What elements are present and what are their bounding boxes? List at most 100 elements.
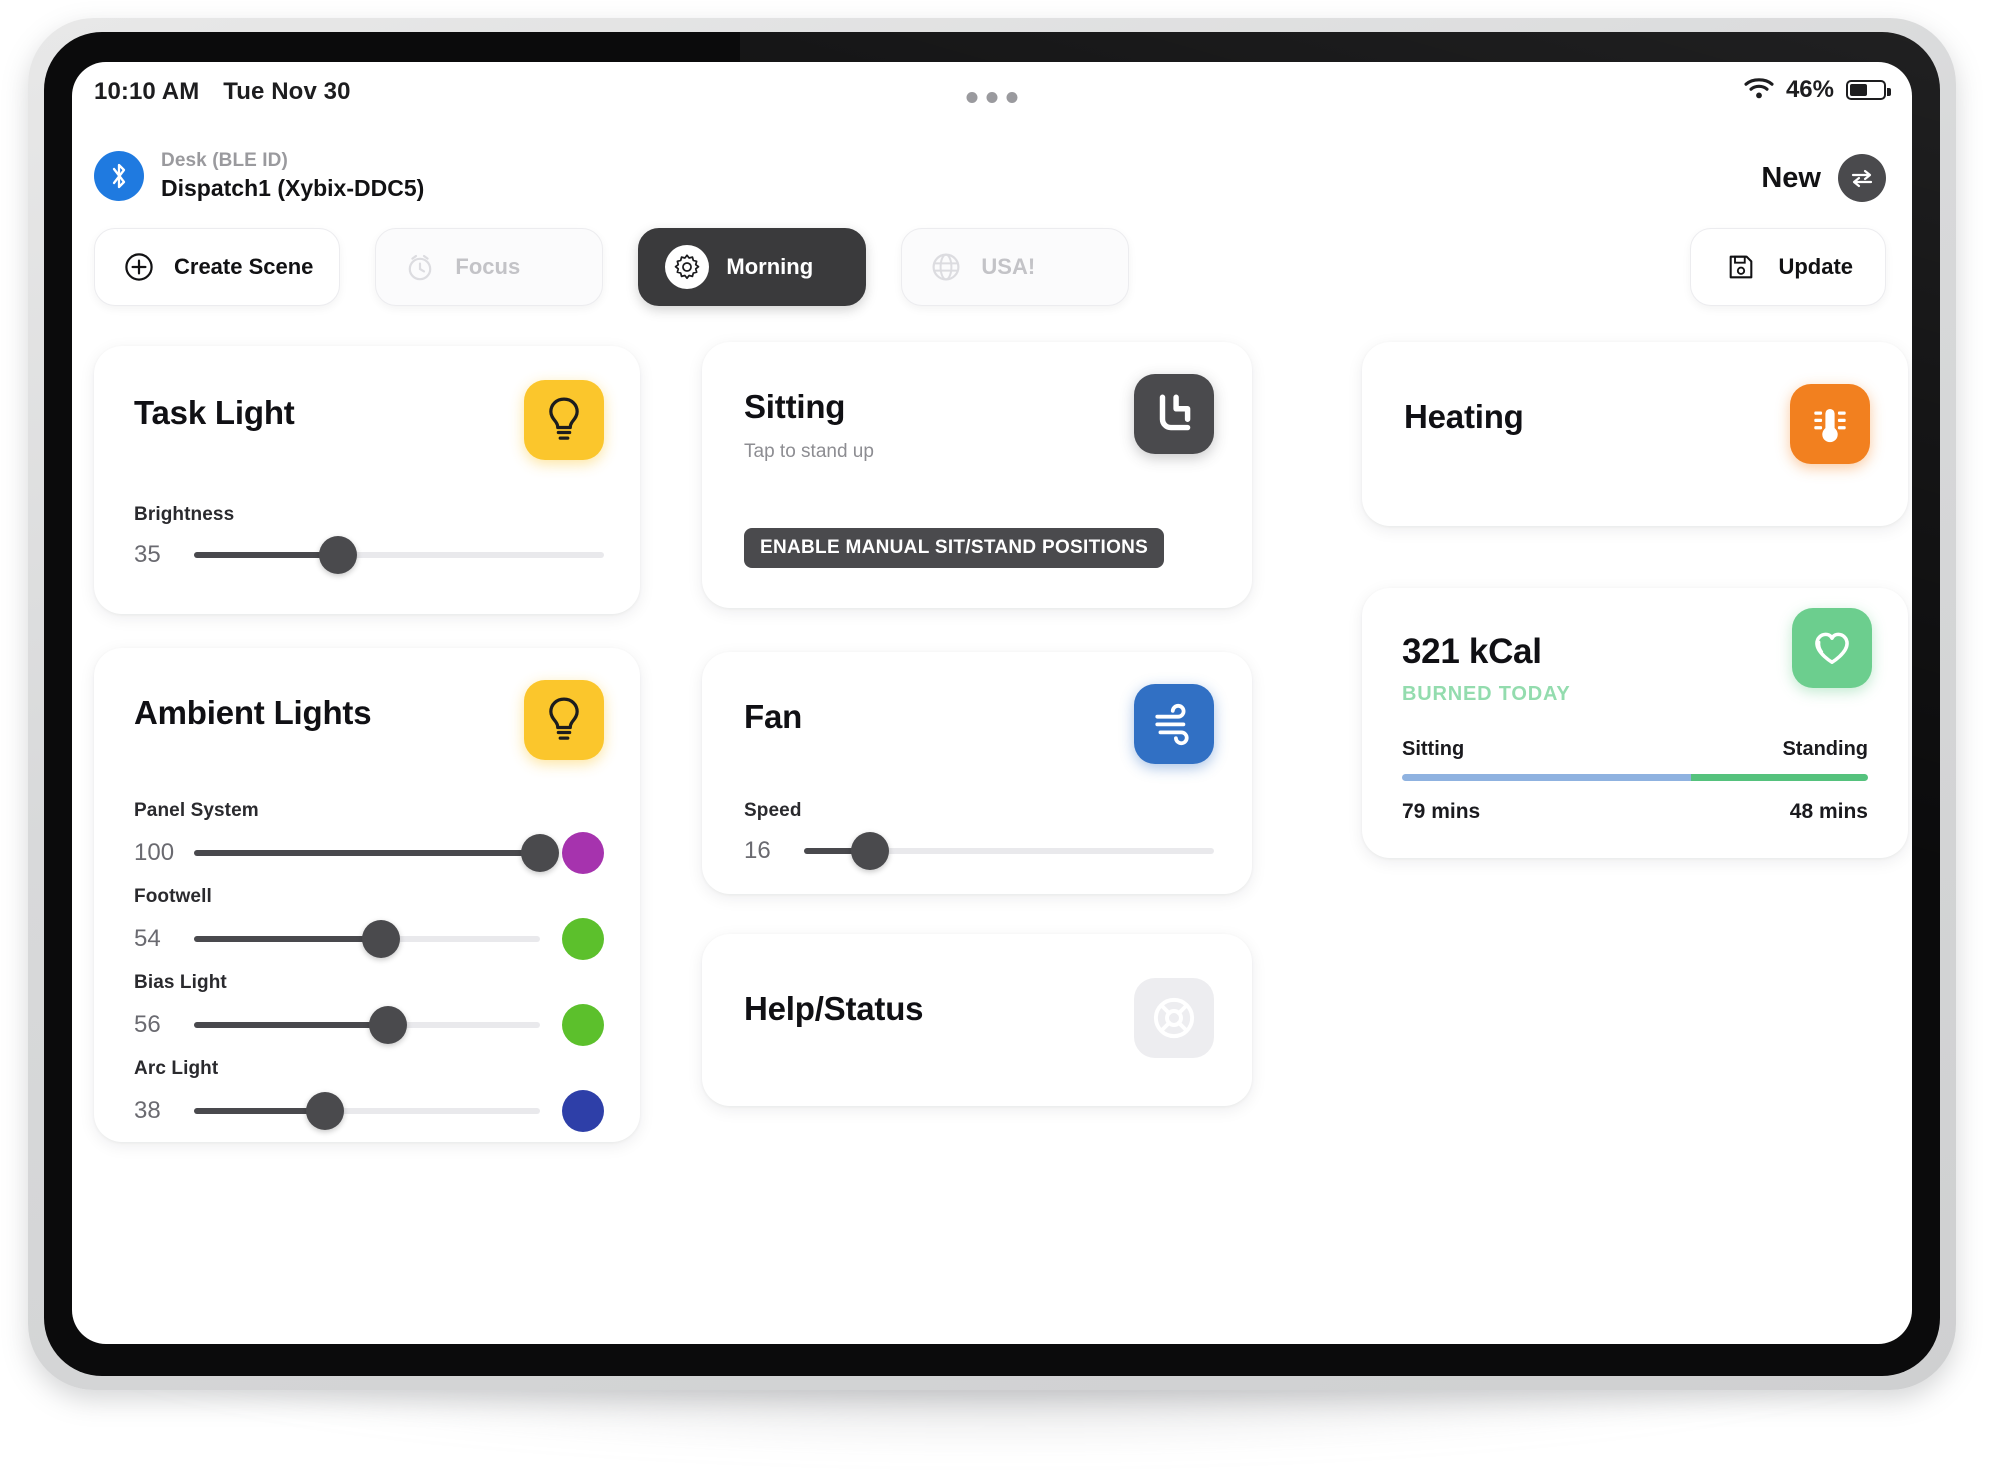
enable-manual-sit-stand-button[interactable]: ENABLE MANUAL SIT/STAND POSITIONS xyxy=(744,528,1165,568)
update-button[interactable]: Update xyxy=(1690,228,1886,306)
slider-value: 54 xyxy=(134,925,161,952)
scene-chip-morning[interactable]: Morning xyxy=(638,228,867,306)
sit-desk-icon[interactable] xyxy=(1134,374,1214,454)
slider-thumb[interactable] xyxy=(318,536,357,574)
slider-track[interactable] xyxy=(194,536,604,574)
activity-standing-segment xyxy=(1690,774,1868,781)
lightbulb-icon[interactable] xyxy=(524,680,604,760)
card-subtitle: Tap to stand up xyxy=(744,441,874,462)
scene-chip-usa[interactable]: USA! xyxy=(901,228,1130,306)
card-title: Sitting xyxy=(744,388,846,425)
scene-chip-row: Create Scene Focus Morning USA! xyxy=(94,228,1130,306)
slider-thumb[interactable] xyxy=(361,920,400,958)
card-fan[interactable]: Fan Speed 16 xyxy=(702,652,1252,894)
slider-value: 100 xyxy=(134,839,175,866)
scene-chip-label: Create Scene xyxy=(174,254,314,279)
card-title: Ambient Lights xyxy=(134,694,372,731)
activity-right-label: Standing xyxy=(1782,738,1868,760)
swap-arrows-icon[interactable] xyxy=(1838,154,1886,202)
slider-thumb[interactable] xyxy=(850,832,889,870)
slider-fill xyxy=(194,1022,388,1028)
thermometer-icon[interactable] xyxy=(1790,384,1870,464)
scene-chip-create-scene[interactable]: Create Scene xyxy=(94,228,341,306)
color-swatch[interactable] xyxy=(562,832,604,874)
lifebuoy-icon[interactable] xyxy=(1134,978,1214,1058)
scene-chip-label: Morning xyxy=(726,254,814,279)
device-name: Dispatch1 (Xybix-DDC5) xyxy=(161,174,425,201)
card-activity[interactable]: 321 kCal BURNED TODAY Sitting Standing 7… xyxy=(1362,588,1908,858)
card-title: Help/Status xyxy=(744,990,924,1027)
slider-track[interactable] xyxy=(804,832,1214,870)
slider-label: Bias Light xyxy=(134,972,227,993)
save-floppy-icon xyxy=(1723,249,1759,285)
update-label: Update xyxy=(1778,254,1853,279)
card-sitting[interactable]: Sitting Tap to stand up ENABLE MANUAL SI… xyxy=(702,342,1252,608)
slider-panel-system[interactable]: Panel System 100 xyxy=(134,800,604,874)
slider-fill xyxy=(194,850,540,856)
slider-thumb[interactable] xyxy=(306,1092,345,1130)
new-label: New xyxy=(1761,161,1821,194)
card-help-status[interactable]: Help/Status xyxy=(702,934,1252,1106)
slider-brightness[interactable]: Brightness 35 xyxy=(134,504,604,574)
kcal-caption: BURNED TODAY xyxy=(1402,683,1571,705)
color-swatch[interactable] xyxy=(562,1004,604,1046)
device-header[interactable]: Desk (BLE ID) Dispatch1 (Xybix-DDC5) xyxy=(94,148,424,204)
plus-circle-icon xyxy=(121,249,157,285)
slider-value: 38 xyxy=(134,1097,161,1124)
card-title: Fan xyxy=(744,698,803,735)
slider-arc-light[interactable]: Arc Light 38 xyxy=(134,1058,604,1132)
wind-icon[interactable] xyxy=(1134,684,1214,764)
slider-value: 56 xyxy=(134,1011,161,1038)
tablet-screen: 10:10 AM Tue Nov 30 46% Desk (BLE ID) Di… xyxy=(72,62,1912,1344)
color-swatch[interactable] xyxy=(562,918,604,960)
slider-label: Speed xyxy=(744,800,802,821)
card-task-light[interactable]: Task Light Brightness 35 xyxy=(94,346,640,614)
color-swatch[interactable] xyxy=(562,1090,604,1132)
status-bar: 10:10 AM Tue Nov 30 46% xyxy=(72,62,1912,134)
scene-chip-label: Focus xyxy=(455,254,521,279)
activity-left-label: Sitting xyxy=(1402,738,1465,760)
pill-label: ENABLE MANUAL SIT/STAND POSITIONS xyxy=(760,537,1149,558)
lightbulb-icon[interactable] xyxy=(524,380,604,460)
more-dots-icon[interactable] xyxy=(966,92,1018,103)
slider-track[interactable] xyxy=(194,920,540,958)
card-title: Heating xyxy=(1404,398,1524,435)
activity-progress-bar xyxy=(1402,774,1868,781)
dot xyxy=(986,92,998,103)
status-bar-left: 10:10 AM Tue Nov 30 xyxy=(94,78,351,106)
gear-icon xyxy=(665,245,710,289)
scene-chip-focus[interactable]: Focus xyxy=(375,228,604,306)
dot xyxy=(966,92,978,103)
slider-track[interactable] xyxy=(194,834,559,872)
card-title: Task Light xyxy=(134,394,295,431)
slider-bias-light[interactable]: Bias Light 56 xyxy=(134,972,604,1046)
clock-time: 10:10 AM xyxy=(94,78,200,105)
globe-icon xyxy=(928,249,964,285)
wifi-icon xyxy=(1744,77,1774,104)
card-heating[interactable]: Heating xyxy=(1362,342,1908,526)
heart-icon[interactable] xyxy=(1792,608,1872,688)
slider-thumb[interactable] xyxy=(368,1006,407,1044)
slider-fan-speed[interactable]: Speed 16 xyxy=(744,800,1214,870)
activity-left-mins: 79 mins xyxy=(1402,800,1481,823)
slider-fill xyxy=(194,552,338,558)
slider-track[interactable] xyxy=(194,1006,540,1044)
card-ambient-lights[interactable]: Ambient Lights Panel System 100 Footwell… xyxy=(94,648,640,1142)
new-scene-action[interactable]: New xyxy=(1761,154,1886,202)
slider-track[interactable] xyxy=(194,1092,540,1130)
slider-label: Brightness xyxy=(134,504,235,525)
battery-percent-label: 46% xyxy=(1785,76,1834,103)
battery-fill xyxy=(1850,84,1867,96)
activity-right-mins: 48 mins xyxy=(1789,800,1868,823)
slider-label: Panel System xyxy=(134,800,259,821)
clock-date: Tue Nov 30 xyxy=(223,78,351,105)
dot xyxy=(1006,92,1018,103)
activity-labels: Sitting Standing xyxy=(1402,738,1868,761)
update-action-wrap: Update xyxy=(1690,228,1886,306)
battery-icon xyxy=(1846,80,1891,100)
activity-sitting-segment xyxy=(1402,774,1691,781)
alarm-clock-icon xyxy=(402,249,438,285)
slider-footwell[interactable]: Footwell 54 xyxy=(134,886,604,960)
activity-minutes: 79 mins 48 mins xyxy=(1402,800,1868,824)
slider-thumb[interactable] xyxy=(521,834,559,872)
